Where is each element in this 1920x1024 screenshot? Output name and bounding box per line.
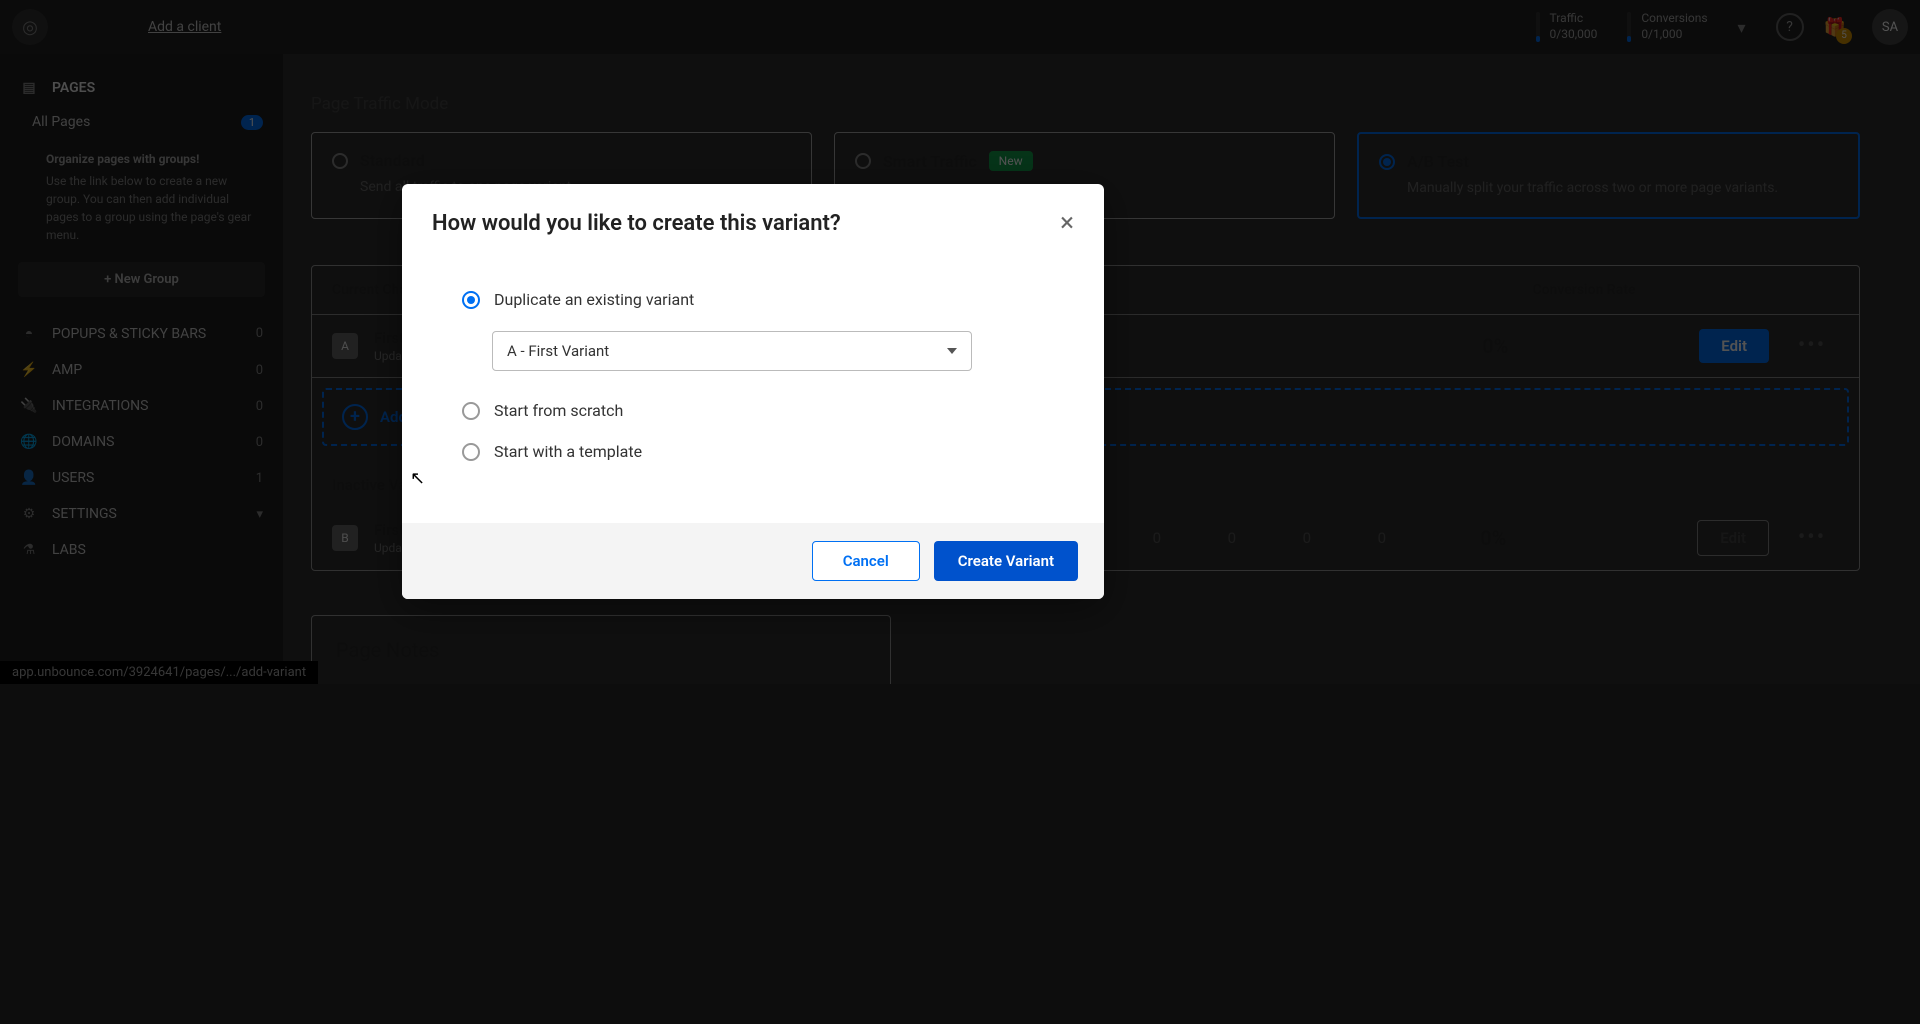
option-duplicate[interactable]: Duplicate an existing variant	[462, 290, 1044, 309]
select-value: A - First Variant	[507, 342, 609, 360]
radio-icon[interactable]	[462, 291, 480, 309]
modal-title: How would you like to create this varian…	[432, 211, 1060, 236]
create-variant-modal: How would you like to create this varian…	[402, 184, 1104, 599]
create-variant-button[interactable]: Create Variant	[934, 541, 1078, 581]
option-scratch[interactable]: Start from scratch	[462, 401, 1044, 420]
cancel-button[interactable]: Cancel	[812, 541, 920, 581]
chevron-down-icon	[947, 348, 957, 354]
option-label: Duplicate an existing variant	[494, 290, 694, 309]
variant-select[interactable]: A - First Variant	[492, 331, 972, 371]
option-label: Start with a template	[494, 442, 642, 461]
radio-icon[interactable]	[462, 402, 480, 420]
radio-icon[interactable]	[462, 443, 480, 461]
close-icon[interactable]: ×	[1060, 208, 1074, 238]
option-label: Start from scratch	[494, 401, 623, 420]
option-template[interactable]: Start with a template	[462, 442, 1044, 461]
